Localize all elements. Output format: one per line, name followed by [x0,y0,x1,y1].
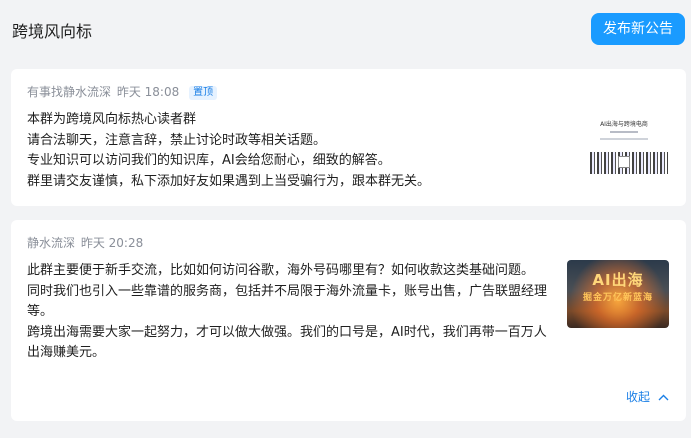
post-line: 此群主要便于新手交流，比如如何访问谷歌，海外号码哪里有？如何收款这类基础问题。 [27,263,535,278]
post-line: 群里请交友谨慎，私下添加好友如果遇到上当受骗行为，跟本群无关。 [27,173,431,189]
qr-code-thumbnail[interactable]: AI出海与跨境电商 [574,101,674,181]
chevron-up-icon [658,391,669,404]
announcement-card[interactable]: 有事找静水流深 昨天 18:08 置顶 本群为跨境风向标热心读者群 请合法聊天，… [11,69,686,206]
post-meta: 有事找静水流深 昨天 18:08 置顶 [27,83,218,100]
header: 跨境风向标 发布新公告 [0,0,691,58]
thumbnail-text-line [610,131,638,133]
banner-thumbnail[interactable]: AI出海 掘金万亿新蓝海 [567,260,669,328]
announcement-card[interactable]: 静水流深 昨天 20:28 此群主要便于新手交流，比如如何访问谷歌，海外号码哪里… [11,220,686,421]
post-author: 有事找静水流深 [27,85,112,99]
collapse-button[interactable]: 收起 [626,388,669,405]
post-body: 此群主要便于新手交流，比如如何访问谷歌，海外号码哪里有？如何收款这类基础问题。 … [27,261,559,364]
post-time: 昨天 20:28 [80,236,144,250]
post-meta: 静水流深 昨天 20:28 [27,234,143,251]
thumbnail-title: AI出海与跨境电商 [600,121,648,128]
publish-announcement-button[interactable]: 发布新公告 [591,13,685,45]
qr-code-logo [618,156,630,168]
post-author: 静水流深 [27,236,76,250]
post-time: 昨天 18:08 [116,85,180,99]
post-line: 同时我们也引入一些靠谱的服务商，包括并不局限于海外流量卡，账号出售，广告联盟经理… [27,283,548,320]
post-line: 跨境出海需要大家一起努力，才可以做大做强。我们的口号是，AI时代，我们再带一百万… [27,324,547,361]
collapse-label: 收起 [626,390,651,404]
post-line: 专业知识可以访问我们的知识库，AI会给您耐心，细致的解答。 [27,153,391,168]
pinned-badge: 置顶 [189,86,218,100]
thumbnail-text-line [600,138,648,140]
post-body: 本群为跨境风向标热心读者群 请合法聊天，注意言辞，禁止讨论时政等相关话题。 专业… [27,110,567,192]
thumbnail-subtitle: 掘金万亿新蓝海 [582,293,653,303]
page-title: 跨境风向标 [12,22,93,41]
post-line: 本群为跨境风向标热心读者群 [27,112,197,127]
thumbnail-title: AI出海 [592,271,644,289]
post-line: 请合法聊天，注意言辞，禁止讨论时政等相关话题。 [27,132,327,148]
